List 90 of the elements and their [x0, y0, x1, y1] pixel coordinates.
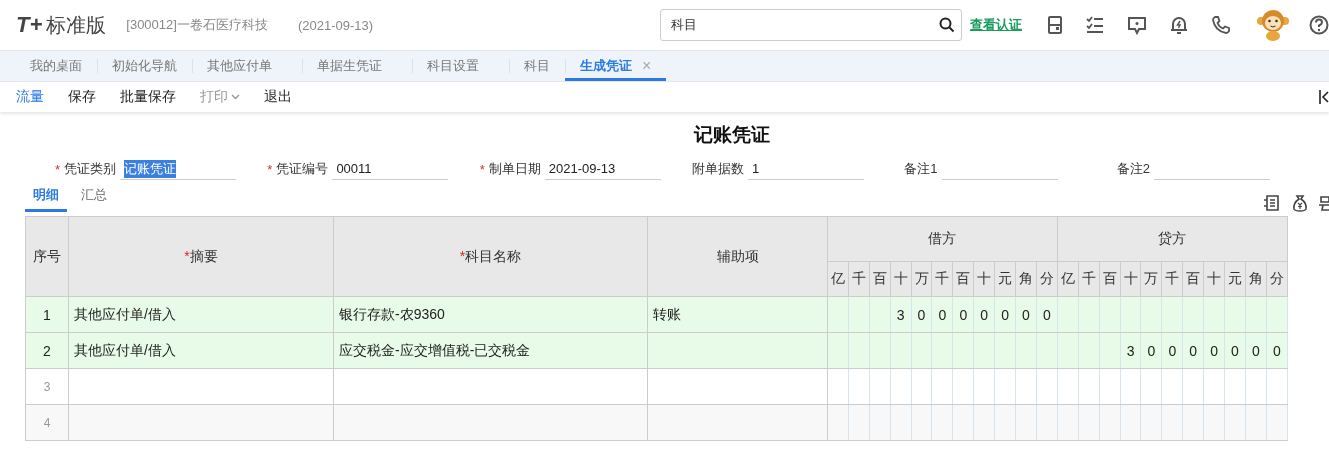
edition-title: 标准版: [46, 12, 107, 38]
amount-digit-cell[interactable]: [1078, 368, 1100, 405]
amount-digit-cell[interactable]: [931, 368, 953, 405]
toolbar-button[interactable]: 批量保存: [112, 86, 184, 108]
account-date: (2021-09-13): [297, 17, 374, 33]
field-label: 制单日期: [488, 160, 541, 178]
caret-icon: [231, 94, 240, 100]
nav-tab[interactable]: 生成凭证 ×: [565, 51, 667, 81]
checklist-icon[interactable]: [1085, 16, 1105, 34]
amount-digit-cell[interactable]: [1245, 368, 1267, 405]
amount-digit-cell[interactable]: [890, 368, 912, 405]
nav-tab[interactable]: 单据生凭证: [302, 51, 412, 81]
table-cell[interactable]: [68, 368, 334, 405]
table-cell[interactable]: 其他应付单/借入: [68, 332, 334, 369]
amount-digit-cell[interactable]: [848, 368, 870, 405]
phone-icon[interactable]: [1211, 15, 1231, 35]
table-cell[interactable]: [333, 404, 648, 441]
company-name: [300012]一卷石医疗科技: [126, 16, 268, 34]
column-header: 辅助项: [647, 216, 828, 297]
nav-tab[interactable]: 科目: [509, 51, 565, 81]
table-cell[interactable]: 应交税金-应交增值税-已交税金: [333, 332, 648, 369]
column-header: 序号: [25, 216, 69, 297]
amount-digit-cell[interactable]: [1224, 368, 1246, 405]
amount-digit-cell[interactable]: [869, 368, 891, 405]
table-cell[interactable]: [647, 368, 828, 405]
input-field[interactable]: 00011: [332, 158, 449, 180]
numbering-icon[interactable]: [1319, 194, 1329, 212]
logo-text: T+: [16, 12, 43, 38]
table-cell[interactable]: [68, 404, 334, 441]
field-label: 备注2: [1116, 160, 1150, 178]
table-cell[interactable]: 其他应付单/借入: [68, 296, 334, 333]
table-cell[interactable]: [333, 368, 648, 405]
search-icon[interactable]: [939, 17, 955, 33]
table-cell[interactable]: 转账: [647, 296, 828, 333]
table-cell[interactable]: [647, 404, 828, 441]
calculator-icon[interactable]: [1047, 15, 1063, 35]
amount-digit-cell[interactable]: [911, 368, 932, 405]
field-label: 凭证类别: [64, 160, 117, 178]
required-mark: *: [55, 161, 61, 177]
column-header: *科目名称: [333, 216, 648, 297]
amount-digit-cell[interactable]: [994, 368, 1016, 405]
column-header: *摘要: [68, 216, 334, 297]
toolbar-button[interactable]: 退出: [256, 86, 300, 108]
detail-tab[interactable]: 明细: [25, 182, 67, 212]
money-bag-icon[interactable]: [1291, 194, 1309, 212]
column-header: 贷方: [1057, 216, 1288, 262]
nav-tab[interactable]: 我的桌面: [15, 51, 97, 81]
table-cell[interactable]: [647, 332, 828, 369]
amount-digit-cell[interactable]: [1141, 368, 1162, 405]
amount-digit-cell[interactable]: [1057, 368, 1079, 405]
amount-digit-cell[interactable]: [952, 368, 974, 405]
input-field[interactable]: 1: [748, 158, 864, 180]
amount-digit-cell[interactable]: [1099, 368, 1121, 405]
amount-digit-cell[interactable]: [1036, 368, 1058, 405]
field-label: 附单据数: [692, 160, 744, 178]
view-certification-link[interactable]: 查看认证: [970, 16, 1022, 34]
input-field[interactable]: 2021-09-13: [544, 158, 661, 180]
collapse-icon[interactable]: [1319, 89, 1329, 105]
required-mark: *: [479, 161, 485, 177]
column-header: 借方: [827, 216, 1058, 262]
detail-tab[interactable]: 汇总: [73, 182, 115, 212]
amount-digit-cell[interactable]: [1266, 368, 1288, 405]
field-label: 备注1: [904, 160, 938, 178]
search-field[interactable]: 科目: [660, 9, 962, 41]
table-cell[interactable]: 银行存款-农9360: [333, 296, 648, 333]
amount-digit-cell[interactable]: [1015, 368, 1037, 405]
input-field[interactable]: 记账凭证: [120, 158, 237, 180]
nav-tab[interactable]: 科目设置: [412, 51, 509, 81]
row-number: 1: [25, 296, 69, 333]
flow-link[interactable]: 流量: [8, 86, 52, 108]
help-icon[interactable]: [1309, 15, 1329, 35]
amount-digit-cell[interactable]: [973, 368, 995, 405]
row-number: 4: [25, 404, 69, 441]
toolbar-button[interactable]: 保存: [60, 86, 104, 108]
nav-tab[interactable]: 初始化导航: [97, 51, 192, 81]
amount-digit-cell[interactable]: [827, 368, 849, 405]
document-icon[interactable]: [1263, 194, 1281, 212]
bell-icon[interactable]: [1169, 15, 1189, 35]
monkey-avatar-icon[interactable]: [1256, 8, 1290, 42]
voucher-title: 记账凭证: [692, 123, 771, 147]
row-number: 2: [25, 332, 69, 369]
amount-digit-cell[interactable]: [1182, 368, 1204, 405]
amount-digit-cell[interactable]: [1203, 368, 1225, 405]
amount-digit-cell[interactable]: [1161, 368, 1183, 405]
nav-tab[interactable]: 其他应付单: [192, 51, 302, 81]
field-label: 凭证编号: [276, 160, 329, 178]
row-number: 3: [25, 368, 69, 405]
message-icon[interactable]: [1127, 15, 1147, 35]
amount-digit-cell[interactable]: [1120, 368, 1141, 405]
required-mark: *: [267, 161, 273, 177]
